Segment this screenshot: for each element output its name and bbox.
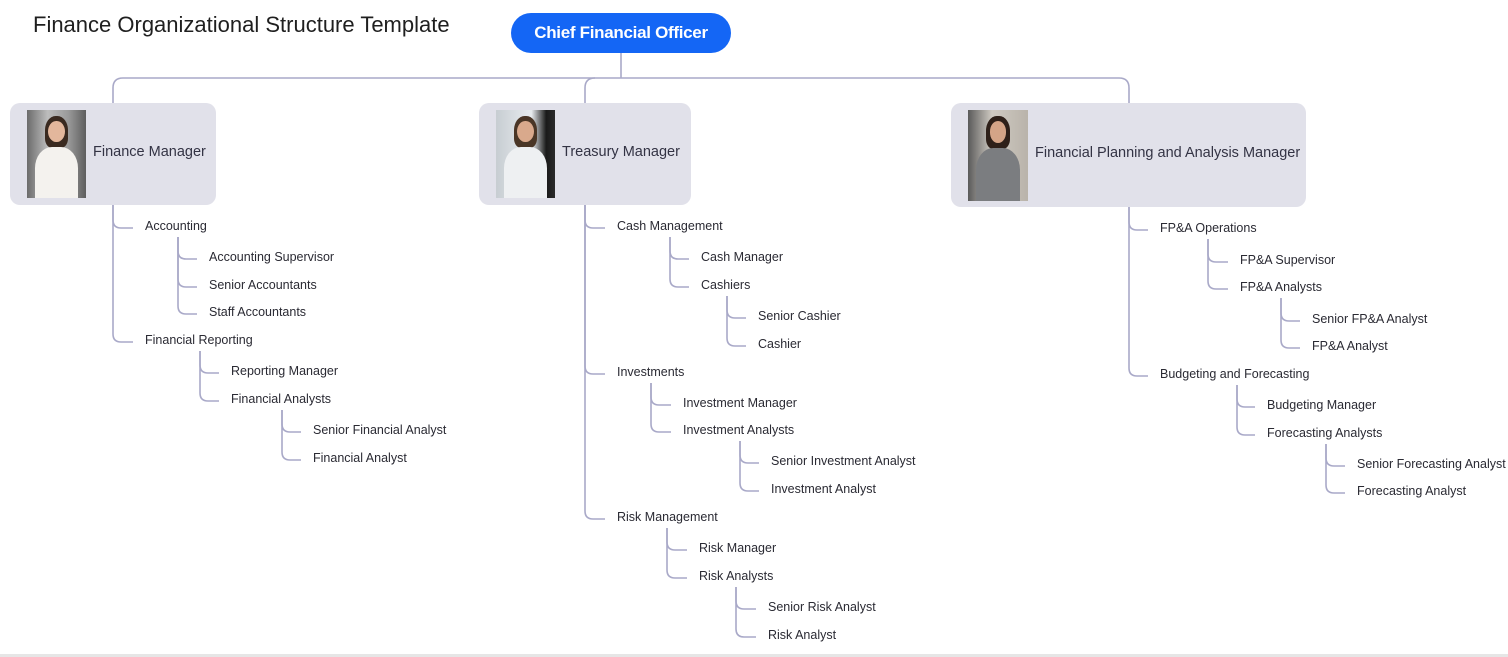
role-connector <box>199 351 219 374</box>
role-connector <box>650 383 671 433</box>
role-node[interactable]: Budgeting Manager <box>1267 398 1376 412</box>
subrole-connector <box>739 441 759 492</box>
group-connector <box>584 205 605 520</box>
manager-photo <box>968 110 1028 201</box>
subrole-connector <box>726 296 746 347</box>
role-node[interactable]: Cash Manager <box>701 250 783 264</box>
department-node[interactable]: Investments <box>617 365 684 379</box>
group-connector <box>1128 207 1148 377</box>
portrait-face <box>517 120 534 142</box>
role-connector <box>650 383 671 406</box>
role-connector <box>1207 239 1228 290</box>
manager-title: Treasury Manager <box>562 144 680 160</box>
role-connector <box>177 237 197 315</box>
department-node[interactable]: Risk Management <box>617 510 718 524</box>
connector-lines <box>112 53 1345 638</box>
role-connector <box>1236 385 1255 408</box>
portrait-face <box>48 120 65 142</box>
root-node-label: Chief Financial Officer <box>534 23 708 42</box>
role-connector <box>199 351 219 402</box>
subrole-node[interactable]: Senior FP&A Analyst <box>1312 312 1427 326</box>
manager-photo <box>27 110 86 198</box>
group-connector <box>584 205 605 375</box>
role-node[interactable]: Investment Analysts <box>683 423 794 437</box>
role-connector <box>666 528 687 579</box>
role-node[interactable]: Cashiers <box>701 278 750 292</box>
subrole-node[interactable]: Risk Analyst <box>768 628 836 642</box>
portrait-body <box>35 146 78 198</box>
portrait-body <box>504 146 547 198</box>
subrole-node[interactable]: Investment Analyst <box>771 482 876 496</box>
subrole-node[interactable]: Senior Cashier <box>758 309 841 323</box>
subrole-node[interactable]: FP&A Analyst <box>1312 339 1388 353</box>
subrole-connector <box>281 410 301 433</box>
department-node[interactable]: Financial Reporting <box>145 333 253 347</box>
role-node[interactable]: FP&A Analysts <box>1240 280 1322 294</box>
subrole-node[interactable]: Senior Financial Analyst <box>313 423 446 437</box>
role-node[interactable]: Investment Manager <box>683 396 797 410</box>
subrole-connector <box>1280 298 1300 322</box>
portrait-body <box>976 148 1020 201</box>
portrait-face <box>989 120 1007 143</box>
subrole-connector <box>1325 444 1345 467</box>
role-connector <box>1236 385 1255 436</box>
subrole-connector <box>735 587 756 610</box>
manager-photo <box>496 110 555 198</box>
role-connector <box>669 237 689 288</box>
subrole-connector <box>281 410 301 461</box>
subrole-node[interactable]: Financial Analyst <box>313 451 407 465</box>
department-node[interactable]: Budgeting and Forecasting <box>1160 367 1309 381</box>
role-node[interactable]: Risk Analysts <box>699 569 773 583</box>
root-node-cfo[interactable]: Chief Financial Officer <box>511 13 731 53</box>
subrole-connector <box>1280 298 1300 349</box>
subrole-connector <box>726 296 746 319</box>
subrole-node[interactable]: Senior Investment Analyst <box>771 454 916 468</box>
subrole-connector <box>735 587 756 638</box>
group-connector <box>1128 207 1148 231</box>
role-connector <box>177 237 197 288</box>
role-node[interactable]: Risk Manager <box>699 541 776 555</box>
role-connector <box>1207 239 1228 263</box>
role-node[interactable]: Accounting Supervisor <box>209 250 334 264</box>
role-node[interactable]: Senior Accountants <box>209 278 317 292</box>
treasury-drop-line <box>584 77 596 103</box>
group-connector <box>112 205 133 229</box>
role-node[interactable]: FP&A Supervisor <box>1240 253 1335 267</box>
subrole-node[interactable]: Cashier <box>758 337 801 351</box>
role-node[interactable]: Financial Analysts <box>231 392 331 406</box>
role-connector <box>177 237 197 260</box>
subrole-node[interactable]: Senior Risk Analyst <box>768 600 876 614</box>
group-connector <box>584 205 605 229</box>
role-node[interactable]: Staff Accountants <box>209 305 306 319</box>
manager-title: Finance Manager <box>93 144 206 160</box>
subrole-node[interactable]: Senior Forecasting Analyst <box>1357 457 1506 471</box>
role-node[interactable]: Forecasting Analysts <box>1267 426 1382 440</box>
subrole-connector <box>1325 444 1345 494</box>
department-node[interactable]: FP&A Operations <box>1160 221 1257 235</box>
subrole-node[interactable]: Forecasting Analyst <box>1357 484 1466 498</box>
main-bus-line <box>112 77 1130 103</box>
role-connector <box>669 237 689 260</box>
role-connector <box>666 528 687 551</box>
subrole-connector <box>739 441 759 464</box>
department-node[interactable]: Accounting <box>145 219 207 233</box>
manager-title: Financial Planning and Analysis Manager <box>1035 145 1301 161</box>
group-connector <box>112 205 133 343</box>
page-title: Finance Organizational Structure Templat… <box>33 12 450 37</box>
department-node[interactable]: Cash Management <box>617 219 723 233</box>
role-node[interactable]: Reporting Manager <box>231 364 338 378</box>
